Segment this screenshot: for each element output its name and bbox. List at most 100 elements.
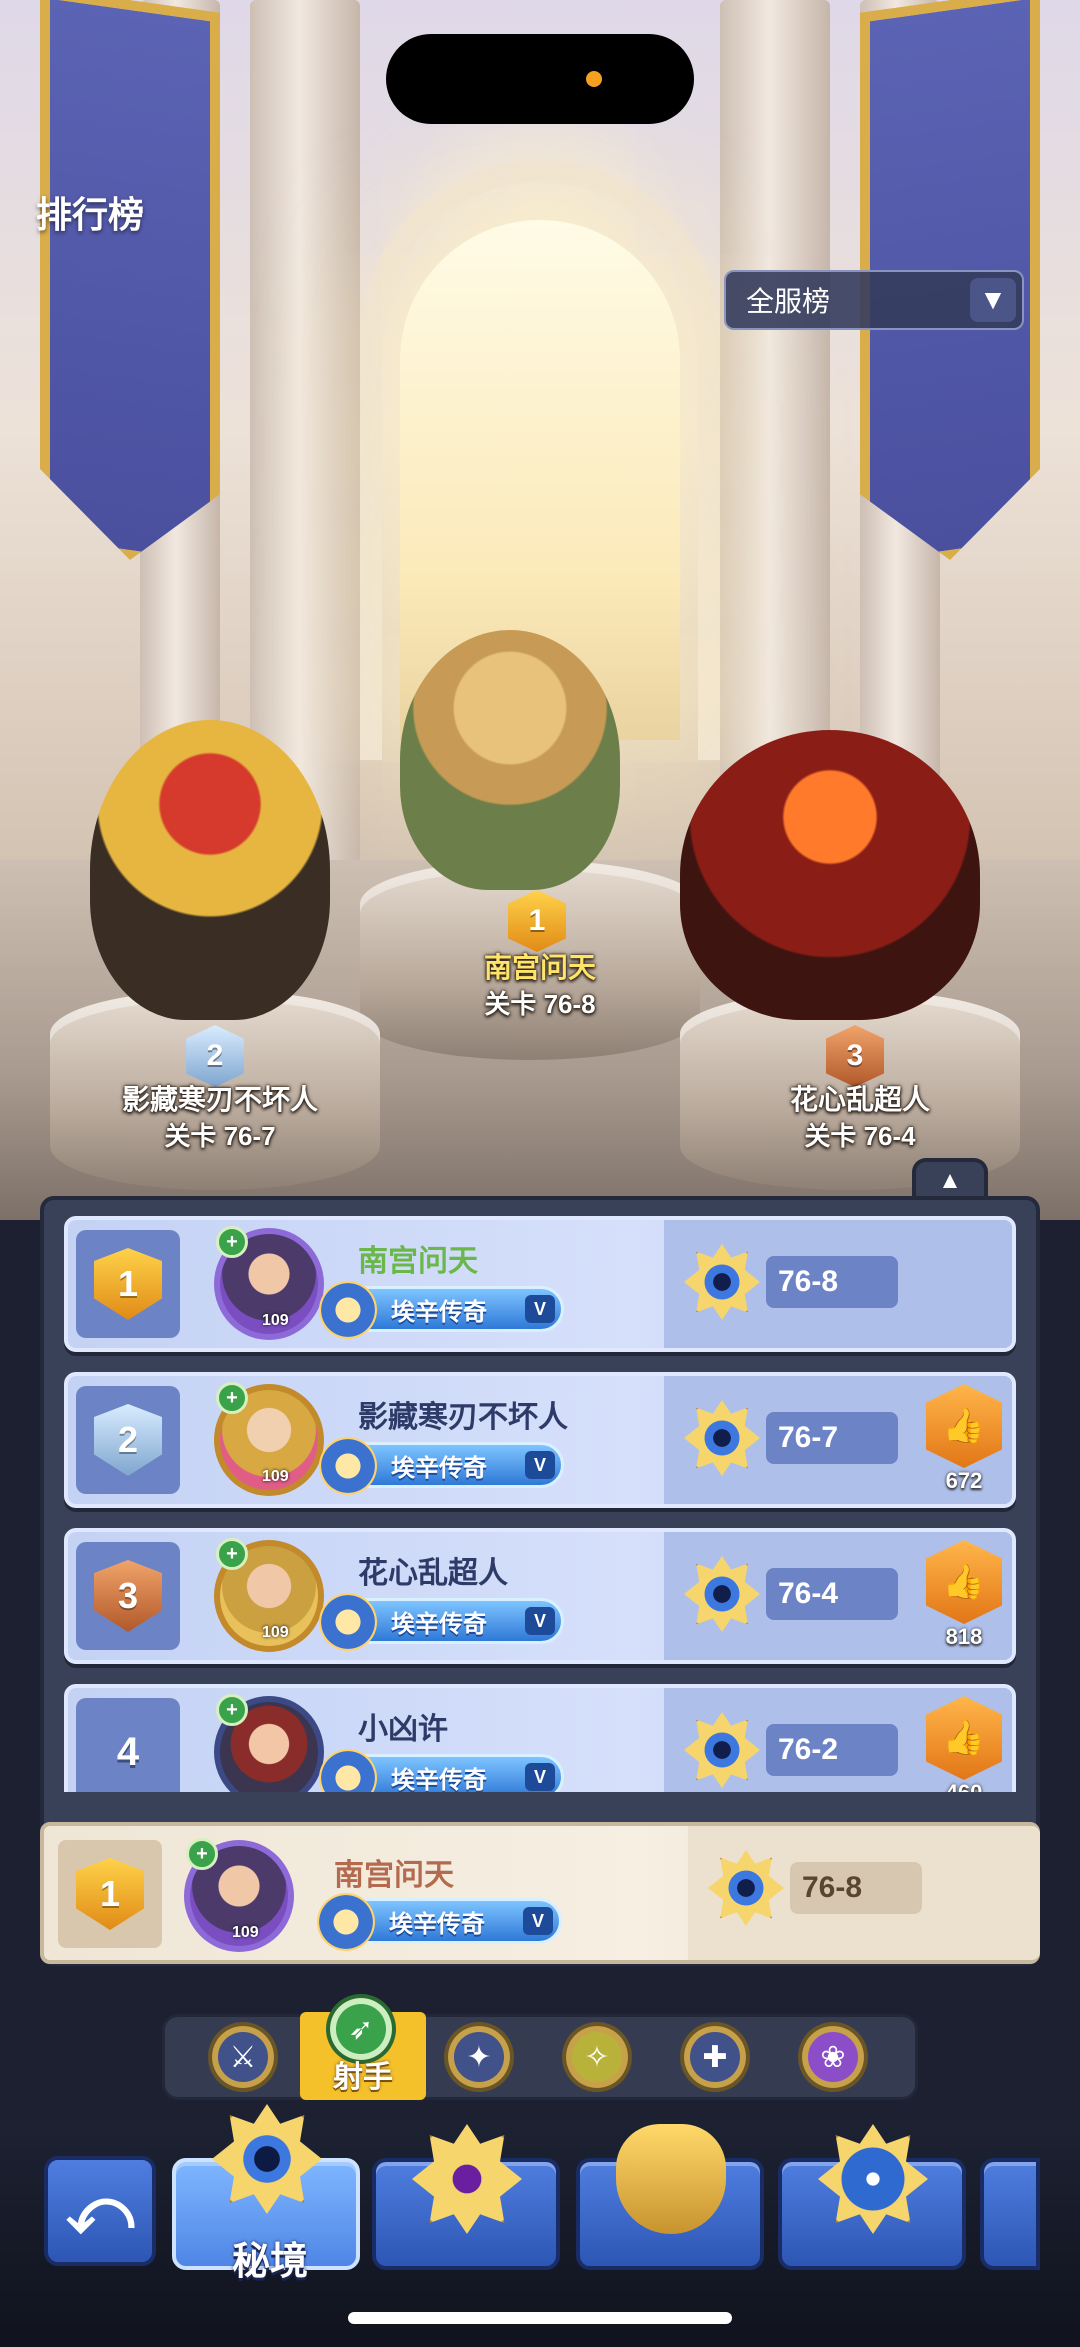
stage-emblem-icon: [708, 1850, 784, 1926]
title-badge: 埃辛传奇 V: [319, 1281, 564, 1339]
chevron-down-icon[interactable]: ▼: [970, 278, 1016, 322]
class-filter-active-label: 射手: [333, 2061, 393, 2094]
stage-emblem-icon: [684, 1400, 760, 1476]
title-emblem-icon: [319, 1749, 377, 1792]
rank-badge-gold: 1: [94, 1248, 162, 1320]
stage-value: 76-7: [766, 1412, 898, 1464]
friend-add-icon: +: [186, 1838, 218, 1870]
avatar-level: 109: [262, 1312, 289, 1329]
stage-area: 76-2 👍 460: [664, 1688, 1012, 1792]
stage-emblem-icon: [684, 1712, 760, 1788]
title-emblem-icon: [319, 1437, 377, 1495]
avatar-level: 109: [262, 1624, 289, 1641]
title-badge: 埃辛传奇 V: [319, 1437, 564, 1495]
friend-add-icon[interactable]: +: [216, 1538, 248, 1570]
title-emblem-icon: [319, 1281, 377, 1339]
my-player-name: 南宫问天: [334, 1859, 454, 1892]
camera-cutout: [386, 34, 694, 124]
title-label: 埃辛传奇: [391, 1610, 487, 1638]
stage-value: 76-8: [766, 1256, 898, 1308]
stage-area: 76-7 👍 672: [664, 1376, 1012, 1504]
collapse-panel-button[interactable]: ▲: [912, 1158, 988, 1200]
my-rank-row[interactable]: 1 + 109 南宫问天 埃辛传奇 V 76-8: [40, 1822, 1040, 1964]
podium-third-stage: 关卡 76-4: [804, 1121, 916, 1151]
rank-badge-gold: 1: [76, 1858, 144, 1930]
podium-second-stage: 关卡 76-7: [164, 1121, 276, 1151]
support-icon[interactable]: ❀: [798, 2022, 868, 2092]
title-label: 埃辛传奇: [391, 1298, 487, 1326]
back-button[interactable]: ⤺: [44, 2156, 156, 2266]
podium-second-name: 影藏寒刃不坏人: [121, 1084, 318, 1115]
friend-add-icon[interactable]: +: [216, 1382, 248, 1414]
player-name: 花心乱超人: [358, 1557, 508, 1590]
title-emblem-icon: [319, 1593, 377, 1651]
nav-tab-more[interactable]: [980, 2158, 1040, 2270]
warrior-icon[interactable]: ⚔: [208, 2022, 278, 2092]
title-badge: 埃辛传奇 V: [319, 1593, 564, 1651]
title-label: 埃辛传奇: [391, 1766, 487, 1793]
rank-cell: 3: [76, 1542, 180, 1650]
server-filter-value: 全服榜: [746, 286, 831, 317]
hero-third-avatar[interactable]: [680, 730, 980, 1020]
avatar-level: 109: [232, 1924, 259, 1941]
title-badge: 埃辛传奇 V: [317, 1893, 562, 1951]
rank-cell: 1: [58, 1840, 162, 1948]
rank-cell: 4: [76, 1698, 180, 1792]
table-row[interactable]: 4 + 小凶许 埃辛传奇 V 76-2 👍 460: [64, 1684, 1016, 1792]
friend-add-icon[interactable]: +: [216, 1226, 248, 1258]
player-name: 小凶许: [358, 1713, 448, 1746]
chevron-up-icon: ▲: [938, 1167, 962, 1194]
like-thumbs-up-icon[interactable]: 👍: [926, 1696, 1002, 1780]
back-arrow-icon: ⤺: [65, 2174, 135, 2247]
hero-first-avatar[interactable]: [400, 630, 620, 890]
stage-emblem-icon: [684, 1556, 760, 1632]
crown-icon: [616, 2124, 726, 2234]
podium-first-name: 南宫问天: [483, 952, 596, 983]
mage-icon[interactable]: ✦: [444, 2022, 514, 2092]
server-filter-dropdown[interactable]: 全服榜 ▼: [724, 270, 1024, 330]
title-tier: V: [525, 1607, 555, 1635]
table-row[interactable]: 2 + 109 影藏寒刃不坏人 埃辛传奇 V 76-7 👍 672: [64, 1372, 1016, 1508]
rank-number: 4: [116, 1729, 140, 1774]
like-thumbs-up-icon[interactable]: 👍: [926, 1540, 1002, 1624]
stage-area: 76-4 👍 818: [664, 1532, 1012, 1660]
title-label: 埃辛传奇: [389, 1910, 485, 1938]
rank-cell: 1: [76, 1230, 180, 1338]
assassin-icon[interactable]: ✧: [562, 2022, 632, 2092]
podium-scene: 1 2 3 南宫问天 关卡 76-8 影藏寒刃不坏人 关卡 76-7 花心乱超人…: [0, 0, 1080, 1220]
title-tier: V: [523, 1907, 553, 1935]
like-count: 460: [926, 1780, 1002, 1792]
player-name: 影藏寒刃不坏人: [358, 1401, 568, 1434]
rank-badge-bronze: 3: [94, 1560, 162, 1632]
home-indicator: [348, 2312, 732, 2324]
banner-left: [40, 0, 220, 573]
stage-area: 76-8: [664, 1220, 1012, 1348]
podium-second-info: 影藏寒刃不坏人 关卡 76-7: [60, 1082, 380, 1154]
like-count: 818: [945, 1624, 983, 1649]
podium-first-stage: 关卡 76-8: [484, 989, 596, 1019]
title-badge: 埃辛传奇 V: [319, 1749, 564, 1793]
title-emblem-icon: [317, 1893, 375, 1951]
title-label: 埃辛传奇: [391, 1454, 487, 1482]
leaderboard-list[interactable]: 1 + 109 南宫问天 埃辛传奇 V 76-8 2 + 109 影藏寒刃不坏人…: [64, 1216, 1016, 1792]
priest-icon[interactable]: ✚: [680, 2022, 750, 2092]
privacy-indicator-dot: [586, 71, 602, 87]
title-tier: V: [525, 1295, 555, 1323]
rank-badge-silver: 2: [94, 1404, 162, 1476]
stage-emblem-icon: [684, 1244, 760, 1320]
stage-value: 76-8: [790, 1862, 922, 1914]
podium-third-name: 花心乱超人: [789, 1084, 930, 1115]
avatar-level: 109: [262, 1468, 289, 1485]
title-tier: V: [525, 1451, 555, 1479]
table-row[interactable]: 1 + 109 南宫问天 埃辛传奇 V 76-8: [64, 1216, 1016, 1352]
podium-third-info: 花心乱超人 关卡 76-4: [720, 1082, 1000, 1154]
friend-add-icon[interactable]: +: [216, 1694, 248, 1726]
title-tier: V: [525, 1763, 555, 1791]
hero-second-avatar[interactable]: [90, 720, 330, 1020]
table-row[interactable]: 3 + 109 花心乱超人 埃辛传奇 V 76-4 👍 818: [64, 1528, 1016, 1664]
player-name: 南宫问天: [358, 1245, 478, 1278]
stage-area: 76-8: [688, 1826, 1040, 1960]
like-thumbs-up-icon[interactable]: 👍: [926, 1384, 1002, 1468]
rank-cell: 2: [76, 1386, 180, 1494]
podium-first-info: 南宫问天 关卡 76-8: [400, 950, 680, 1022]
